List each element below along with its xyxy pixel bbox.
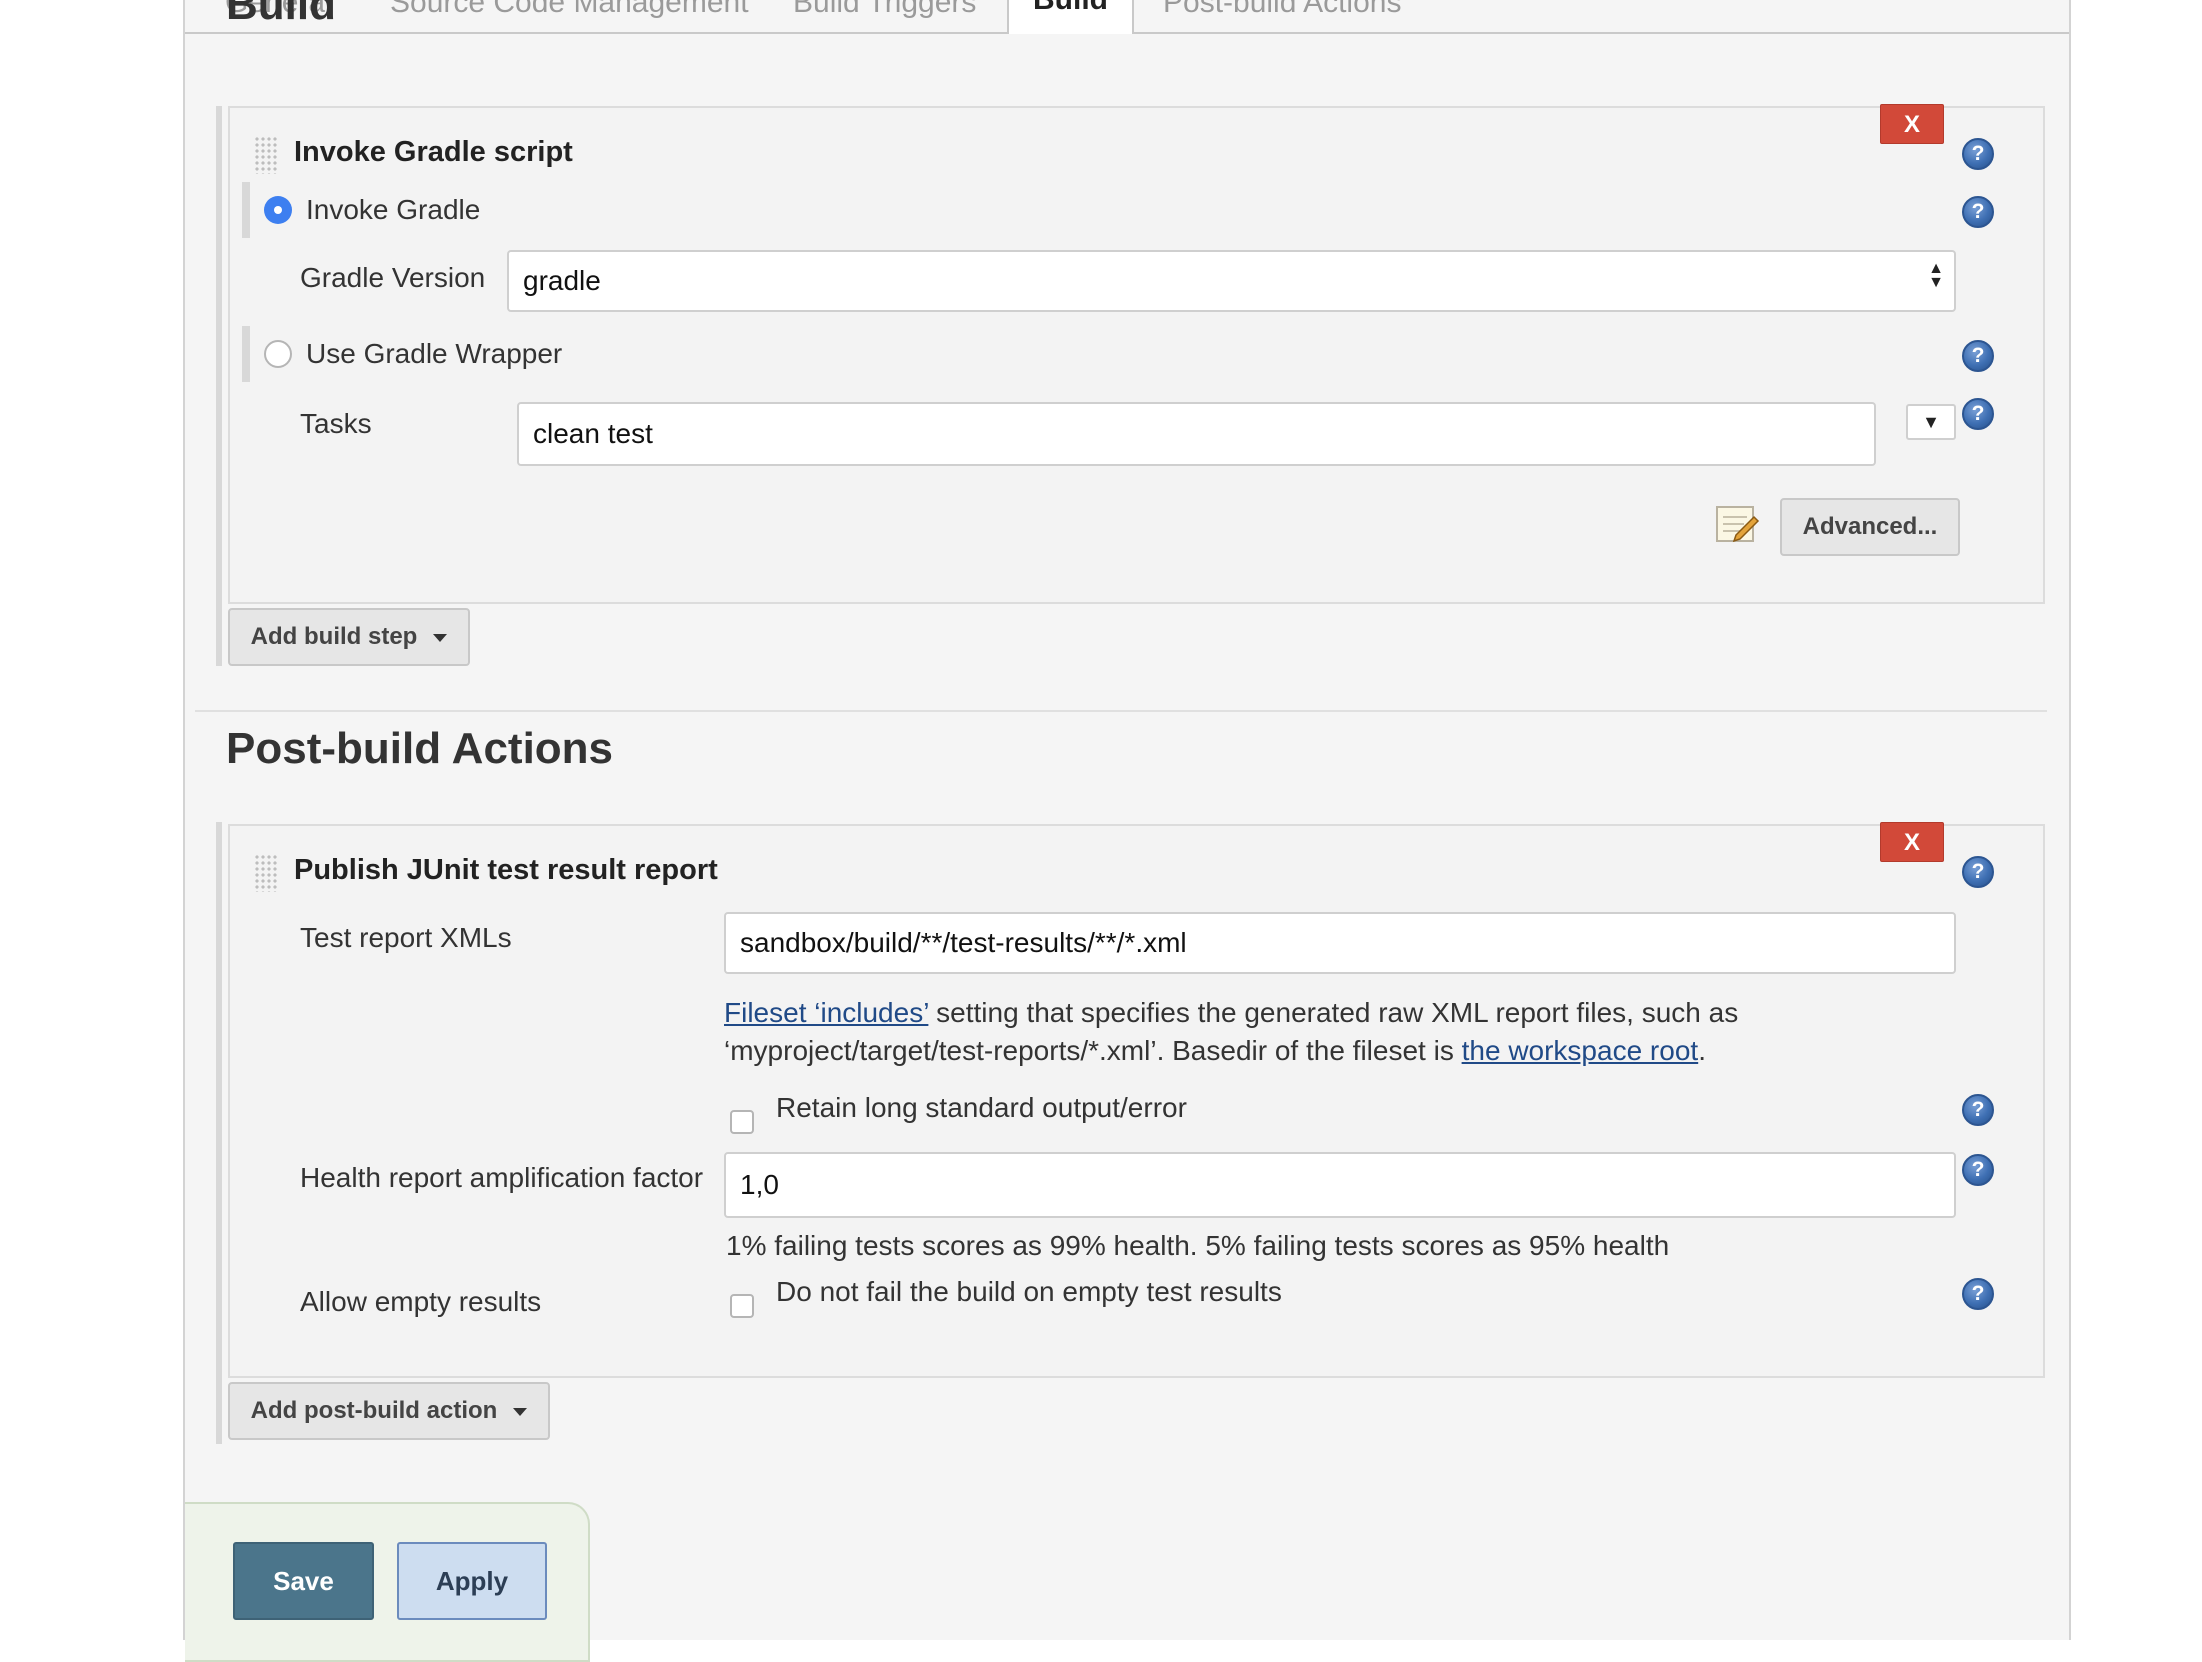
help-icon[interactable]: ? (1962, 138, 1994, 170)
help-icon[interactable]: ? (1962, 1154, 1994, 1186)
delete-post-build-action-button[interactable]: X (1880, 822, 1944, 862)
apply-button[interactable]: Apply (397, 1542, 547, 1620)
publish-junit-title: Publish JUnit test result report (294, 854, 718, 886)
health-factor-label: Health report amplification factor (300, 1162, 704, 1193)
add-build-step-button[interactable]: Add build step (228, 608, 470, 666)
help-icon[interactable]: ? (1962, 340, 1994, 372)
tasks-label: Tasks (300, 408, 372, 439)
gradle-version-label: Gradle Version (300, 262, 486, 293)
tasks-expand-dropdown[interactable]: ▼ (1906, 404, 1956, 440)
post-build-actions-bar (216, 822, 222, 1444)
tab-build-triggers[interactable]: Build Triggers (793, 0, 976, 20)
health-factor-value: 1,0 (740, 1169, 779, 1200)
drag-handle-icon[interactable] (254, 854, 278, 892)
notepad-icon[interactable] (1714, 502, 1760, 546)
gradle-version-value: gradle (523, 265, 601, 296)
publish-junit-panel: Publish JUnit test result report X ? Tes… (228, 822, 2045, 1378)
help-icon[interactable]: ? (1962, 1278, 1994, 1310)
fileset-description: Fileset ‘includes’ setting that specifie… (724, 994, 1824, 1070)
help-icon[interactable]: ? (1962, 196, 1994, 228)
use-gradle-wrapper-label: Use Gradle Wrapper (306, 338, 563, 369)
caret-down-icon (513, 1407, 528, 1416)
tasks-input[interactable]: clean test (517, 402, 1876, 466)
option-bar (242, 182, 250, 238)
tab-bar: General Source Code Management Build Tri… (185, 0, 2069, 34)
tab-build[interactable]: Build (1007, 0, 1134, 34)
add-post-build-action-button[interactable]: Add post-build action (228, 1382, 550, 1440)
health-factor-description: 1% failing tests scores as 99% health. 5… (726, 1230, 1670, 1261)
caret-down-icon (433, 633, 448, 642)
build-section-title: Build (226, 0, 336, 34)
build-section-title-text: Build (226, 0, 336, 29)
tab-post-build-actions[interactable]: Post-build Actions (1163, 0, 1401, 20)
help-icon[interactable]: ? (1962, 1094, 1994, 1126)
post-build-section-title: Post-build Actions (226, 724, 614, 773)
advanced-button[interactable]: Advanced... (1780, 498, 1960, 556)
section-divider (195, 710, 2047, 712)
build-steps-bar (216, 106, 222, 666)
add-build-step-label: Add build step (250, 623, 418, 650)
retain-output-checkbox[interactable] (730, 1110, 754, 1134)
save-apply-bar: Save Apply (185, 1502, 590, 1662)
save-button[interactable]: Save (233, 1542, 374, 1620)
invoke-gradle-radio[interactable] (264, 196, 292, 224)
use-gradle-wrapper-radio[interactable] (264, 340, 292, 368)
tab-build-label: Build (1033, 0, 1108, 16)
drag-handle-icon[interactable] (254, 136, 278, 174)
gradle-version-select[interactable]: gradle ▲ ▼ (507, 250, 1956, 312)
retain-output-label: Retain long standard output/error (776, 1092, 1187, 1123)
test-report-xmls-label: Test report XMLs (300, 922, 512, 953)
test-report-xmls-input[interactable]: sandbox/build/**/test-results/**/*.xml (724, 912, 1956, 974)
allow-empty-results-label: Allow empty results (300, 1286, 542, 1317)
add-post-build-action-label: Add post-build action (250, 1397, 498, 1424)
help-icon[interactable]: ? (1962, 856, 1994, 888)
invoke-gradle-label: Invoke Gradle (306, 194, 481, 225)
workspace-root-link[interactable]: the workspace root (1462, 1035, 1699, 1066)
invoke-gradle-title: Invoke Gradle script (294, 136, 573, 168)
health-factor-input[interactable]: 1,0 (724, 1152, 1956, 1218)
config-page: General Source Code Management Build Tri… (183, 0, 2071, 1662)
invoke-gradle-panel: Invoke Gradle script X ? Invoke Gradle ?… (228, 104, 2045, 604)
help-icon[interactable]: ? (1962, 398, 1994, 430)
tasks-value: clean test (533, 418, 653, 449)
delete-build-step-button[interactable]: X (1880, 104, 1944, 144)
fileset-description-end: . (1698, 1035, 1706, 1066)
allow-empty-results-checkbox[interactable] (730, 1294, 754, 1318)
select-arrows-icon: ▲ ▼ (1928, 260, 1944, 291)
allow-empty-results-checkbox-label: Do not fail the build on empty test resu… (776, 1276, 1282, 1307)
option-bar (242, 326, 250, 382)
tab-source-code-management[interactable]: Source Code Management (390, 0, 749, 20)
fileset-includes-link[interactable]: Fileset ‘includes’ (724, 997, 928, 1028)
test-report-xmls-value: sandbox/build/**/test-results/**/*.xml (740, 927, 1187, 958)
